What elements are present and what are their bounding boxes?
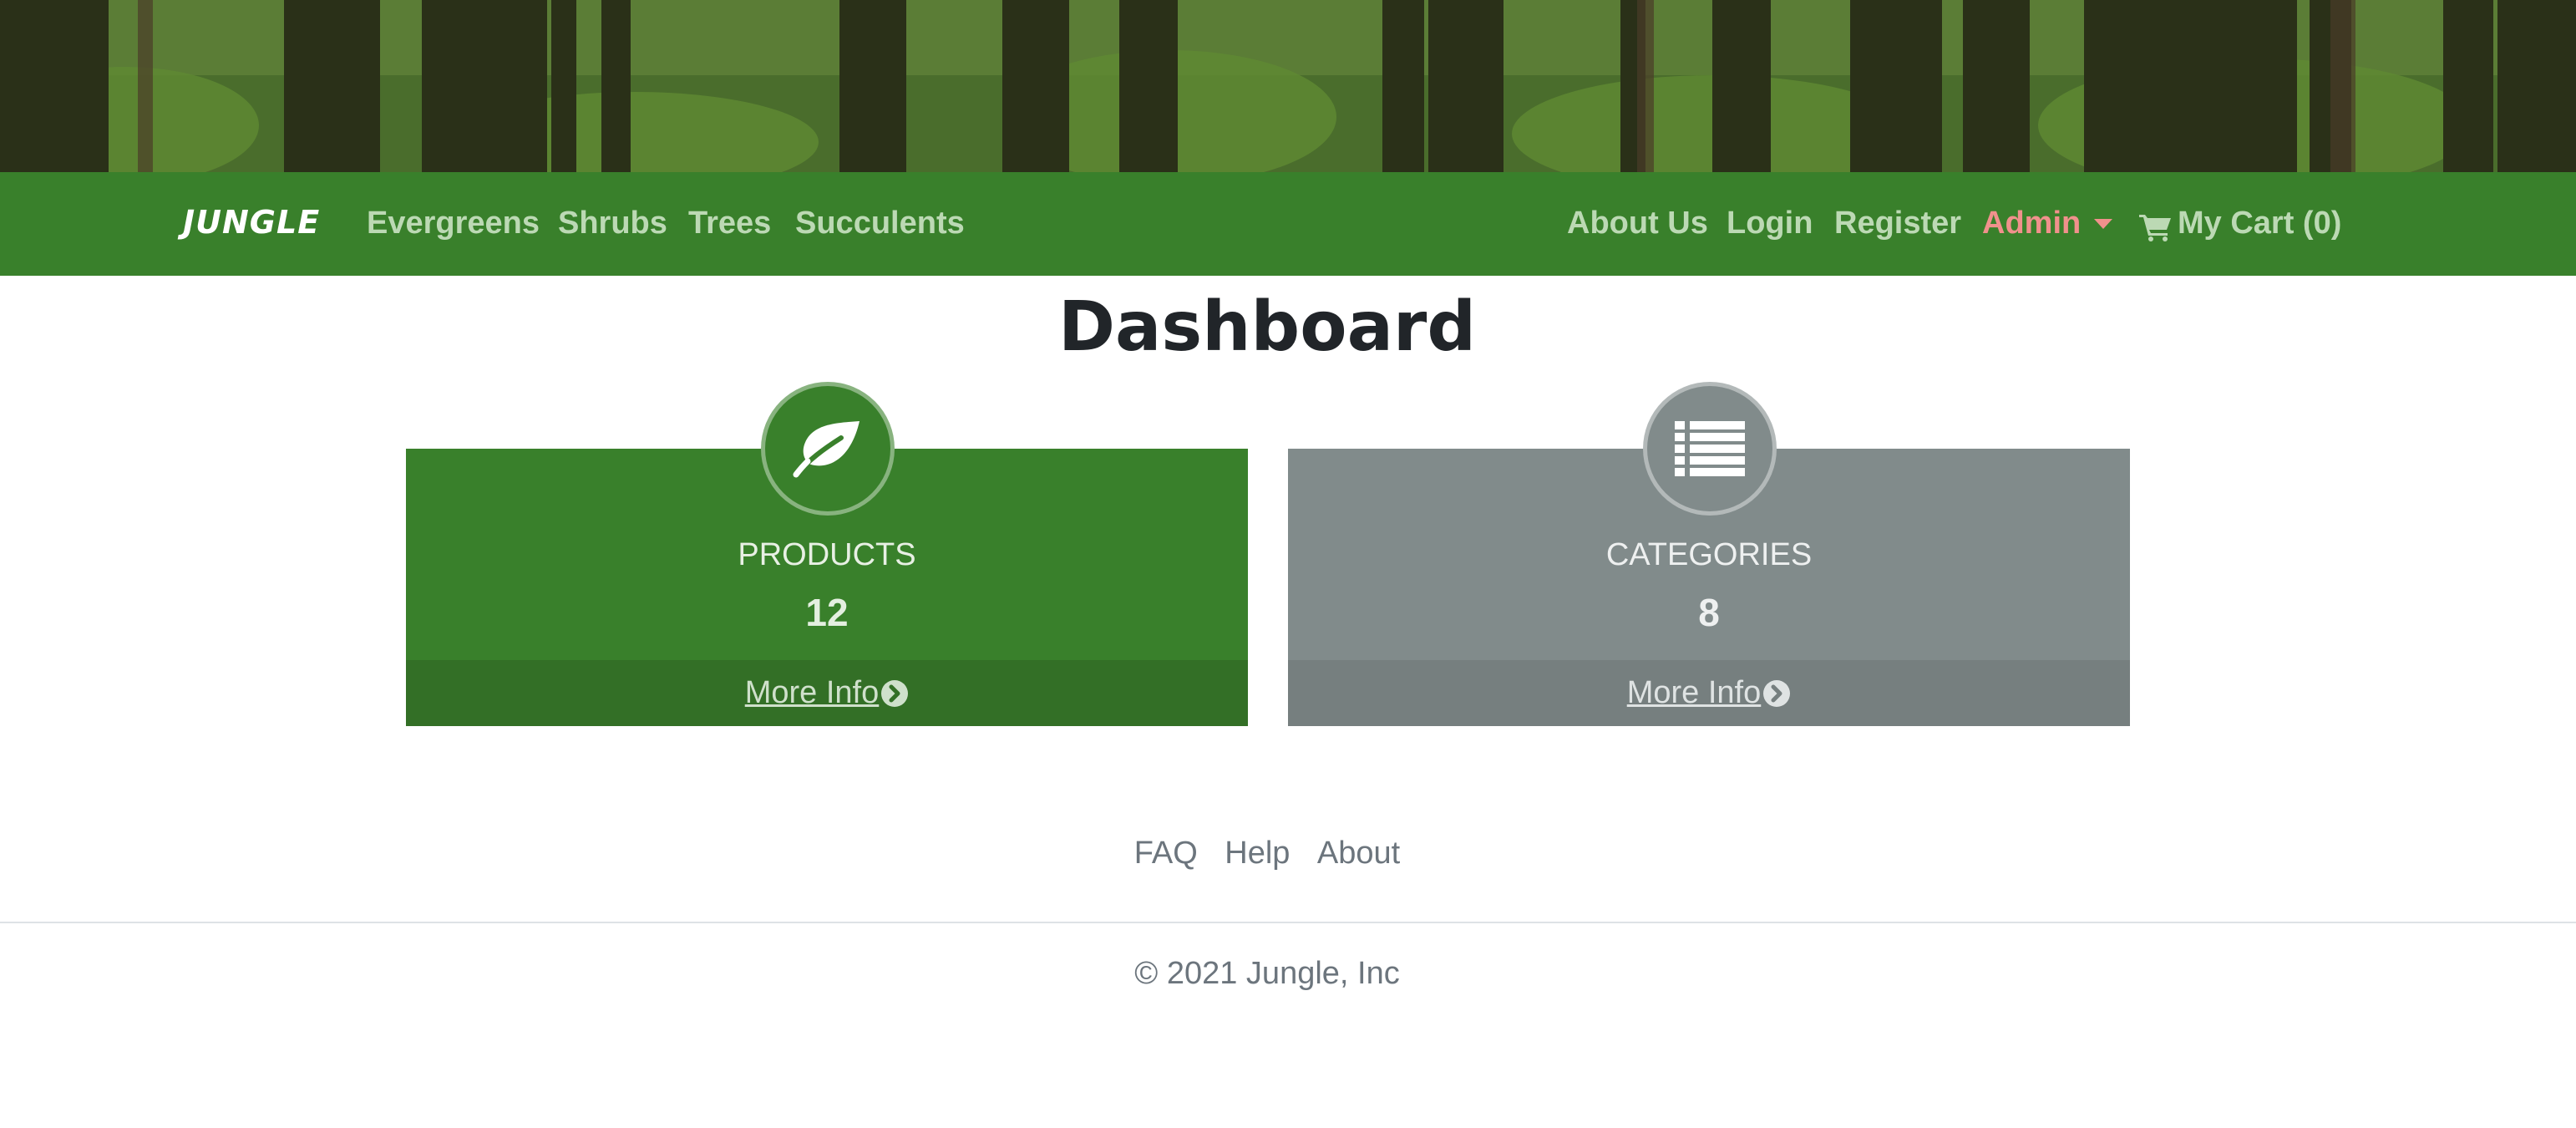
leaf-icon	[793, 421, 860, 478]
nav-register[interactable]: Register	[1834, 206, 1961, 241]
categories-count: 8	[1698, 591, 1720, 634]
chevron-down-icon	[2094, 219, 2112, 229]
more-info-label: More Info	[744, 675, 880, 710]
footer-link-faq[interactable]: FAQ	[1134, 836, 1198, 871]
brand-logo[interactable]: JUNGLE	[183, 204, 320, 241]
nav-login[interactable]: Login	[1727, 206, 1813, 241]
nav-succulents[interactable]: Succulents	[795, 206, 965, 241]
main-navbar: JUNGLE Evergreens Shrubs Trees Succulent…	[0, 172, 2576, 276]
list-icon	[1675, 421, 1745, 476]
products-count: 12	[805, 591, 849, 634]
products-card: PRODUCTS 12 More Info	[406, 382, 1248, 726]
products-icon-circle	[761, 382, 895, 516]
nav-trees[interactable]: Trees	[688, 206, 771, 241]
categories-card: CATEGORIES 8 More Info	[1288, 382, 2130, 726]
cart-icon	[2139, 215, 2171, 241]
footer-link-help[interactable]: Help	[1225, 836, 1290, 871]
categories-card-footer: More Info	[1288, 660, 2130, 726]
categories-icon-circle	[1643, 382, 1777, 516]
copyright-text: © 2021 Jungle, Inc	[1134, 956, 1400, 991]
products-card-footer: More Info	[406, 660, 1248, 726]
more-info-label: More Info	[1626, 675, 1762, 710]
nav-shrubs[interactable]: Shrubs	[558, 206, 667, 241]
categories-label: CATEGORIES	[1605, 537, 1813, 572]
nav-my-cart[interactable]: My Cart (0)	[2178, 206, 2341, 241]
nav-about-us[interactable]: About Us	[1567, 206, 1708, 241]
forest-banner-image	[0, 0, 2576, 172]
nav-admin-dropdown[interactable]: Admin	[1982, 206, 2081, 241]
footer-link-about[interactable]: About	[1317, 836, 1400, 871]
categories-more-info-link[interactable]: More Info	[1627, 675, 1792, 711]
footer-divider	[0, 922, 2576, 923]
chevron-circle-right-icon	[881, 679, 909, 707]
chevron-circle-right-icon	[1763, 679, 1791, 707]
nav-evergreens[interactable]: Evergreens	[367, 206, 540, 241]
footer-links: FAQ Help About	[0, 836, 2534, 871]
products-more-info-link[interactable]: More Info	[745, 675, 910, 711]
page-title: Dashboard	[1057, 287, 1477, 367]
products-label: PRODUCTS	[738, 537, 916, 572]
